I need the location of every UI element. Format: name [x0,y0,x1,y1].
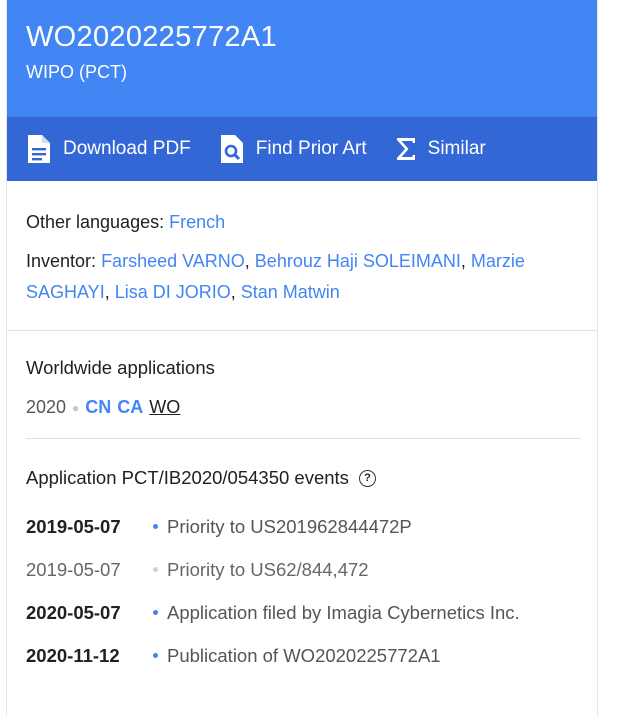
patent-office: WIPO (PCT) [26,62,127,82]
find-prior-art-label: Find Prior Art [255,138,367,159]
event-dot [153,610,158,615]
inventor-link[interactable]: Behrouz Haji SOLEIMANI [255,251,461,271]
event-text: Priority to US62/844,472 [167,558,369,580]
event-dot [153,524,158,529]
country-link-wo[interactable]: WO [149,397,180,418]
event-date: 2020-05-07 [26,601,121,623]
download-pdf-label: Download PDF [63,138,191,159]
inventor-row: Inventor: Farsheed VARNO, Behrouz Haji S… [26,251,525,302]
event-date: 2019-05-07 [26,558,121,580]
worldwide-applications-row: 2020 ● CN CA WO [26,397,578,418]
event-dot [153,567,158,572]
inventor-link[interactable]: Farsheed VARNO [101,251,245,271]
event-date: 2019-05-07 [26,515,121,537]
inventor-link[interactable]: Lisa DI JORIO [115,282,231,302]
inventor-link[interactable]: Stan Matwin [241,282,340,302]
event-row: 2020-05-07 Application filed by Imagia C… [26,591,578,634]
country-link-cn[interactable]: CN [85,397,111,418]
event-date: 2020-11-12 [26,644,120,666]
bibliographic-section: Other languages: French Inventor: Farshe… [7,181,597,331]
event-text: Application filed by Imagia Cybernetics … [167,601,520,623]
find-prior-art-button[interactable]: Find Prior Art [219,133,367,165]
inventor-label: Inventor: [26,251,97,271]
help-icon[interactable]: ? [358,469,376,487]
download-pdf-button[interactable]: Download PDF [26,133,191,165]
sigma-icon [396,138,415,160]
events-heading: Application PCT/IB2020/054350 events ? [26,467,578,489]
applications-section: Worldwide applications 2020 ● CN CA WO A… [7,331,597,677]
other-languages-label: Other languages: [26,212,165,232]
section-divider [26,438,581,439]
language-link-french[interactable]: French [169,212,225,232]
events-list: 2019-05-07 Priority to US201962844472P 2… [26,505,578,677]
publication-number: WO2020225772A1 [26,21,277,53]
event-dot [153,653,158,658]
other-languages-row: Other languages: French [26,207,597,238]
worldwide-applications-title: Worldwide applications [26,357,215,378]
event-text: Priority to US201962844472P [167,515,412,537]
application-year: 2020 [26,397,67,417]
separator-dot: ● [72,400,80,415]
action-toolbar: Download PDF Find Prior Art Similar [7,117,597,181]
country-link-ca[interactable]: CA [117,397,143,418]
event-text: Publication of WO2020225772A1 [167,644,441,666]
events-title: Application PCT/IB2020/054350 events [26,467,349,488]
patent-header: WO2020225772A1 WIPO (PCT) [7,0,597,117]
search-document-icon [220,135,243,163]
patent-card: WO2020225772A1 WIPO (PCT) Download PDF F… [6,0,598,716]
similar-label: Similar [427,138,486,159]
event-row: 2020-11-12 Publication of WO2020225772A1 [26,634,578,677]
pdf-file-icon [28,135,50,163]
event-row: 2019-05-07 Priority to US201962844472P [26,505,578,548]
similar-button[interactable]: Similar [395,136,486,162]
event-row: 2019-05-07 Priority to US62/844,472 [26,548,578,591]
